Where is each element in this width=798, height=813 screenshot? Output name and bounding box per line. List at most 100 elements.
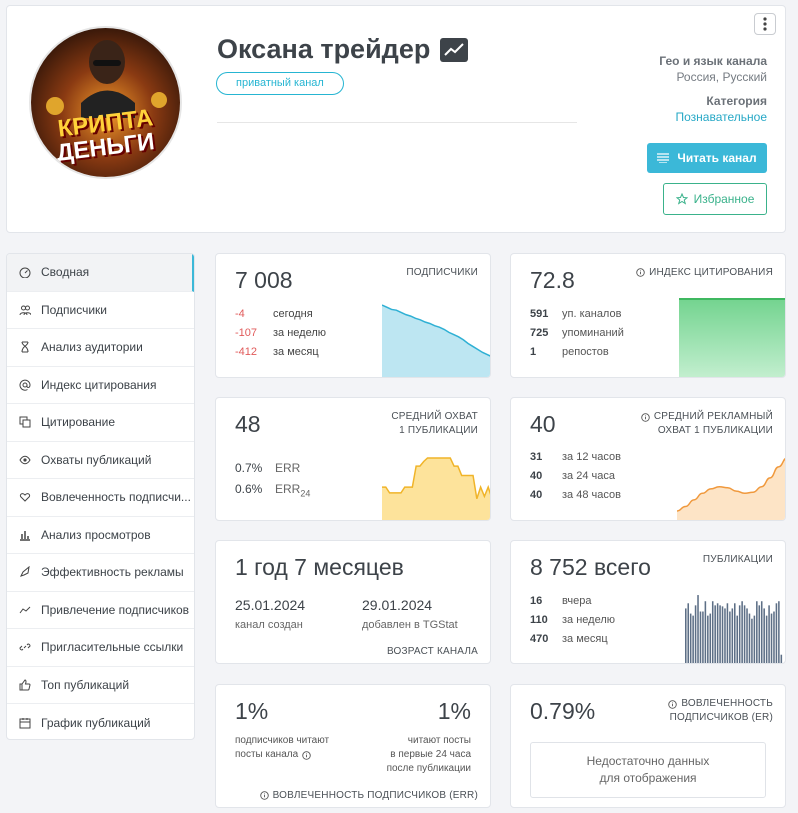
citation-label: ИНДЕКС ЦИТИРОВАНИЯ — [649, 267, 773, 278]
reach-sparkline — [382, 457, 490, 520]
channel-header: КРИПТА ДЕНЬГИ Оксана трейдер приватный к… — [6, 5, 786, 233]
stat-value: 40 — [530, 489, 543, 501]
err-left-text-2: посты канала — [235, 749, 299, 760]
err-right-text-3: после публикации — [386, 763, 471, 774]
star-icon — [675, 193, 688, 205]
reach-card[interactable]: 48 СРЕДНИЙ ОХВАТ 1 ПУБЛИКАЦИИ 0.7% ERR 0.… — [215, 397, 491, 521]
sidebar-item[interactable]: Сводная — [7, 254, 194, 292]
sidebar-item-label: График публикаций — [41, 715, 151, 730]
posts-bar — [773, 611, 775, 663]
stat-label: за месяц — [562, 633, 608, 645]
private-channel-badge[interactable]: приватный канал — [216, 72, 344, 95]
err-label: ERR — [275, 461, 301, 475]
posts-suffix: всего — [593, 554, 651, 580]
info-icon — [636, 268, 645, 277]
sidebar-item[interactable]: Цитирование — [7, 404, 194, 442]
ad-reach-card[interactable]: 40 СРЕДНИЙ РЕКЛАМНЫЙ ОХВАТ 1 ПУБЛИКАЦИИ … — [510, 397, 786, 521]
err24-label: ERR24 — [275, 482, 310, 498]
no-data-text-2: для отображения — [599, 771, 697, 785]
err24-value: 0.6% — [235, 482, 263, 496]
reach-value: 48 — [235, 411, 261, 437]
geo-value: Россия, Русский — [676, 70, 767, 84]
posts-bar — [694, 605, 697, 663]
sidebar-item[interactable]: Анализ аудитории — [7, 329, 194, 367]
heart-hand-icon — [19, 493, 31, 502]
posts-value-wrap: 8 752 всего — [530, 554, 651, 581]
posts-bar — [697, 595, 699, 663]
posts-bar — [709, 613, 712, 663]
info-icon[interactable] — [302, 750, 311, 760]
chart-emoji-icon — [440, 37, 469, 62]
channel-age-card: 1 год 7 месяцев 25.01.2024 канал создан … — [215, 540, 491, 664]
category-label: Категория — [706, 94, 767, 108]
subscribers-area — [382, 305, 490, 377]
channel-title-text: Оксана трейдер — [217, 34, 431, 64]
er-label: ВОВЛЕЧЕННОСТЬ ПОДПИСЧИКОВ (ER) — [668, 697, 773, 725]
ad-reach-label: СРЕДНИЙ РЕКЛАМНЫЙ ОХВАТ 1 ПУБЛИКАЦИИ — [641, 410, 773, 438]
err-left-value: 1% — [235, 698, 269, 724]
err-right-text: читают посты в первые 24 часа после публ… — [387, 734, 471, 776]
sidebar-item[interactable]: Подписчики — [7, 292, 194, 329]
sidebar-item[interactable]: Пригласительные ссылки — [7, 629, 194, 667]
er-label-1: ВОВЛЕЧЕННОСТЬ — [681, 698, 773, 709]
posts-bar — [707, 615, 709, 663]
stat-row: 31 за 12 часов — [530, 451, 621, 463]
stat-row: 16 вчера — [530, 595, 591, 607]
sidebar-item[interactable]: Анализ просмотров — [7, 517, 194, 554]
stat-value: 1 — [530, 346, 537, 358]
posts-bar — [756, 601, 758, 663]
stat-row: 725 упоминаний — [530, 327, 624, 339]
citation-card[interactable]: 72.8 ИНДЕКС ЦИТИРОВАНИЯ 591 уп. каналов 72… — [510, 253, 786, 378]
err-right-value: 1% — [437, 698, 471, 724]
posts-bar — [702, 611, 704, 663]
stat-row: -412 за месяц — [235, 346, 319, 358]
favorite-button[interactable]: Избранное — [663, 183, 767, 215]
err-value: 0.7% — [235, 461, 263, 475]
stat-row: 40 за 24 часа — [530, 470, 615, 482]
eye-icon — [19, 455, 31, 464]
err24-sub: 24 — [300, 488, 311, 499]
posts-bar — [714, 605, 716, 663]
sidebar-item[interactable]: График публикаций — [7, 704, 194, 739]
bar-chart-icon — [20, 530, 30, 541]
category-link[interactable]: Познавательное — [676, 110, 767, 124]
posts-bar — [692, 615, 694, 663]
sidebar-item-label: Анализ аудитории — [41, 340, 143, 355]
stat-value: 16 — [530, 595, 543, 607]
sidebar-item[interactable]: Топ публикаций — [7, 667, 194, 704]
subscribers-card[interactable]: 7 008 ПОДПИСЧИКИ -4 сегодня -107 за неделю -… — [215, 253, 491, 378]
stat-value: 725 — [530, 327, 549, 339]
stat-label: за 48 часов — [562, 489, 621, 501]
stat-row: -4 сегодня — [235, 308, 313, 320]
err-right-text-2: в первые 24 часа — [390, 749, 471, 760]
sidebar-item[interactable]: Эффективность рекламы — [7, 554, 194, 592]
subscribers-label: ПОДПИСЧИКИ — [406, 267, 478, 278]
channel-title: Оксана трейдер — [217, 34, 469, 65]
thumbs-up-icon — [19, 679, 31, 691]
posts-bar — [738, 605, 741, 663]
stat-value: -4 — [235, 308, 245, 320]
posts-bar — [731, 608, 734, 663]
geo-label: Гео и язык канала — [659, 54, 767, 68]
no-data-text-1: Недостаточно данных — [586, 754, 710, 768]
posts-card[interactable]: 8 752 всего ПУБЛИКАЦИИ 16 вчера 110 за неде… — [510, 540, 786, 664]
stat-row: -107 за неделю — [235, 327, 326, 339]
stat-value: 591 — [530, 308, 549, 320]
sidebar-item[interactable]: Вовлеченность подписчи... — [7, 479, 194, 517]
posts-bar — [763, 608, 765, 663]
sidebar-item[interactable]: Охваты публикаций — [7, 442, 194, 479]
quote-icon — [19, 416, 31, 428]
read-channel-button[interactable]: Читать канал — [647, 143, 767, 173]
users-icon — [19, 305, 31, 315]
stat-label: за 24 часа — [562, 470, 615, 482]
posts-bar — [736, 615, 738, 663]
sidebar-item[interactable]: Привлечение подписчиков — [7, 592, 194, 629]
posts-bar — [721, 606, 724, 663]
at-icon — [19, 379, 31, 391]
er-label-2: ПОДПИСЧИКОВ (ER) — [669, 712, 773, 723]
header-divider — [217, 122, 577, 123]
sidebar-item-label: Привлечение подписчиков — [41, 602, 190, 617]
posts-bar — [711, 601, 714, 663]
more-menu-button[interactable] — [754, 13, 776, 35]
sidebar-item[interactable]: Индекс цитирования — [7, 367, 194, 404]
